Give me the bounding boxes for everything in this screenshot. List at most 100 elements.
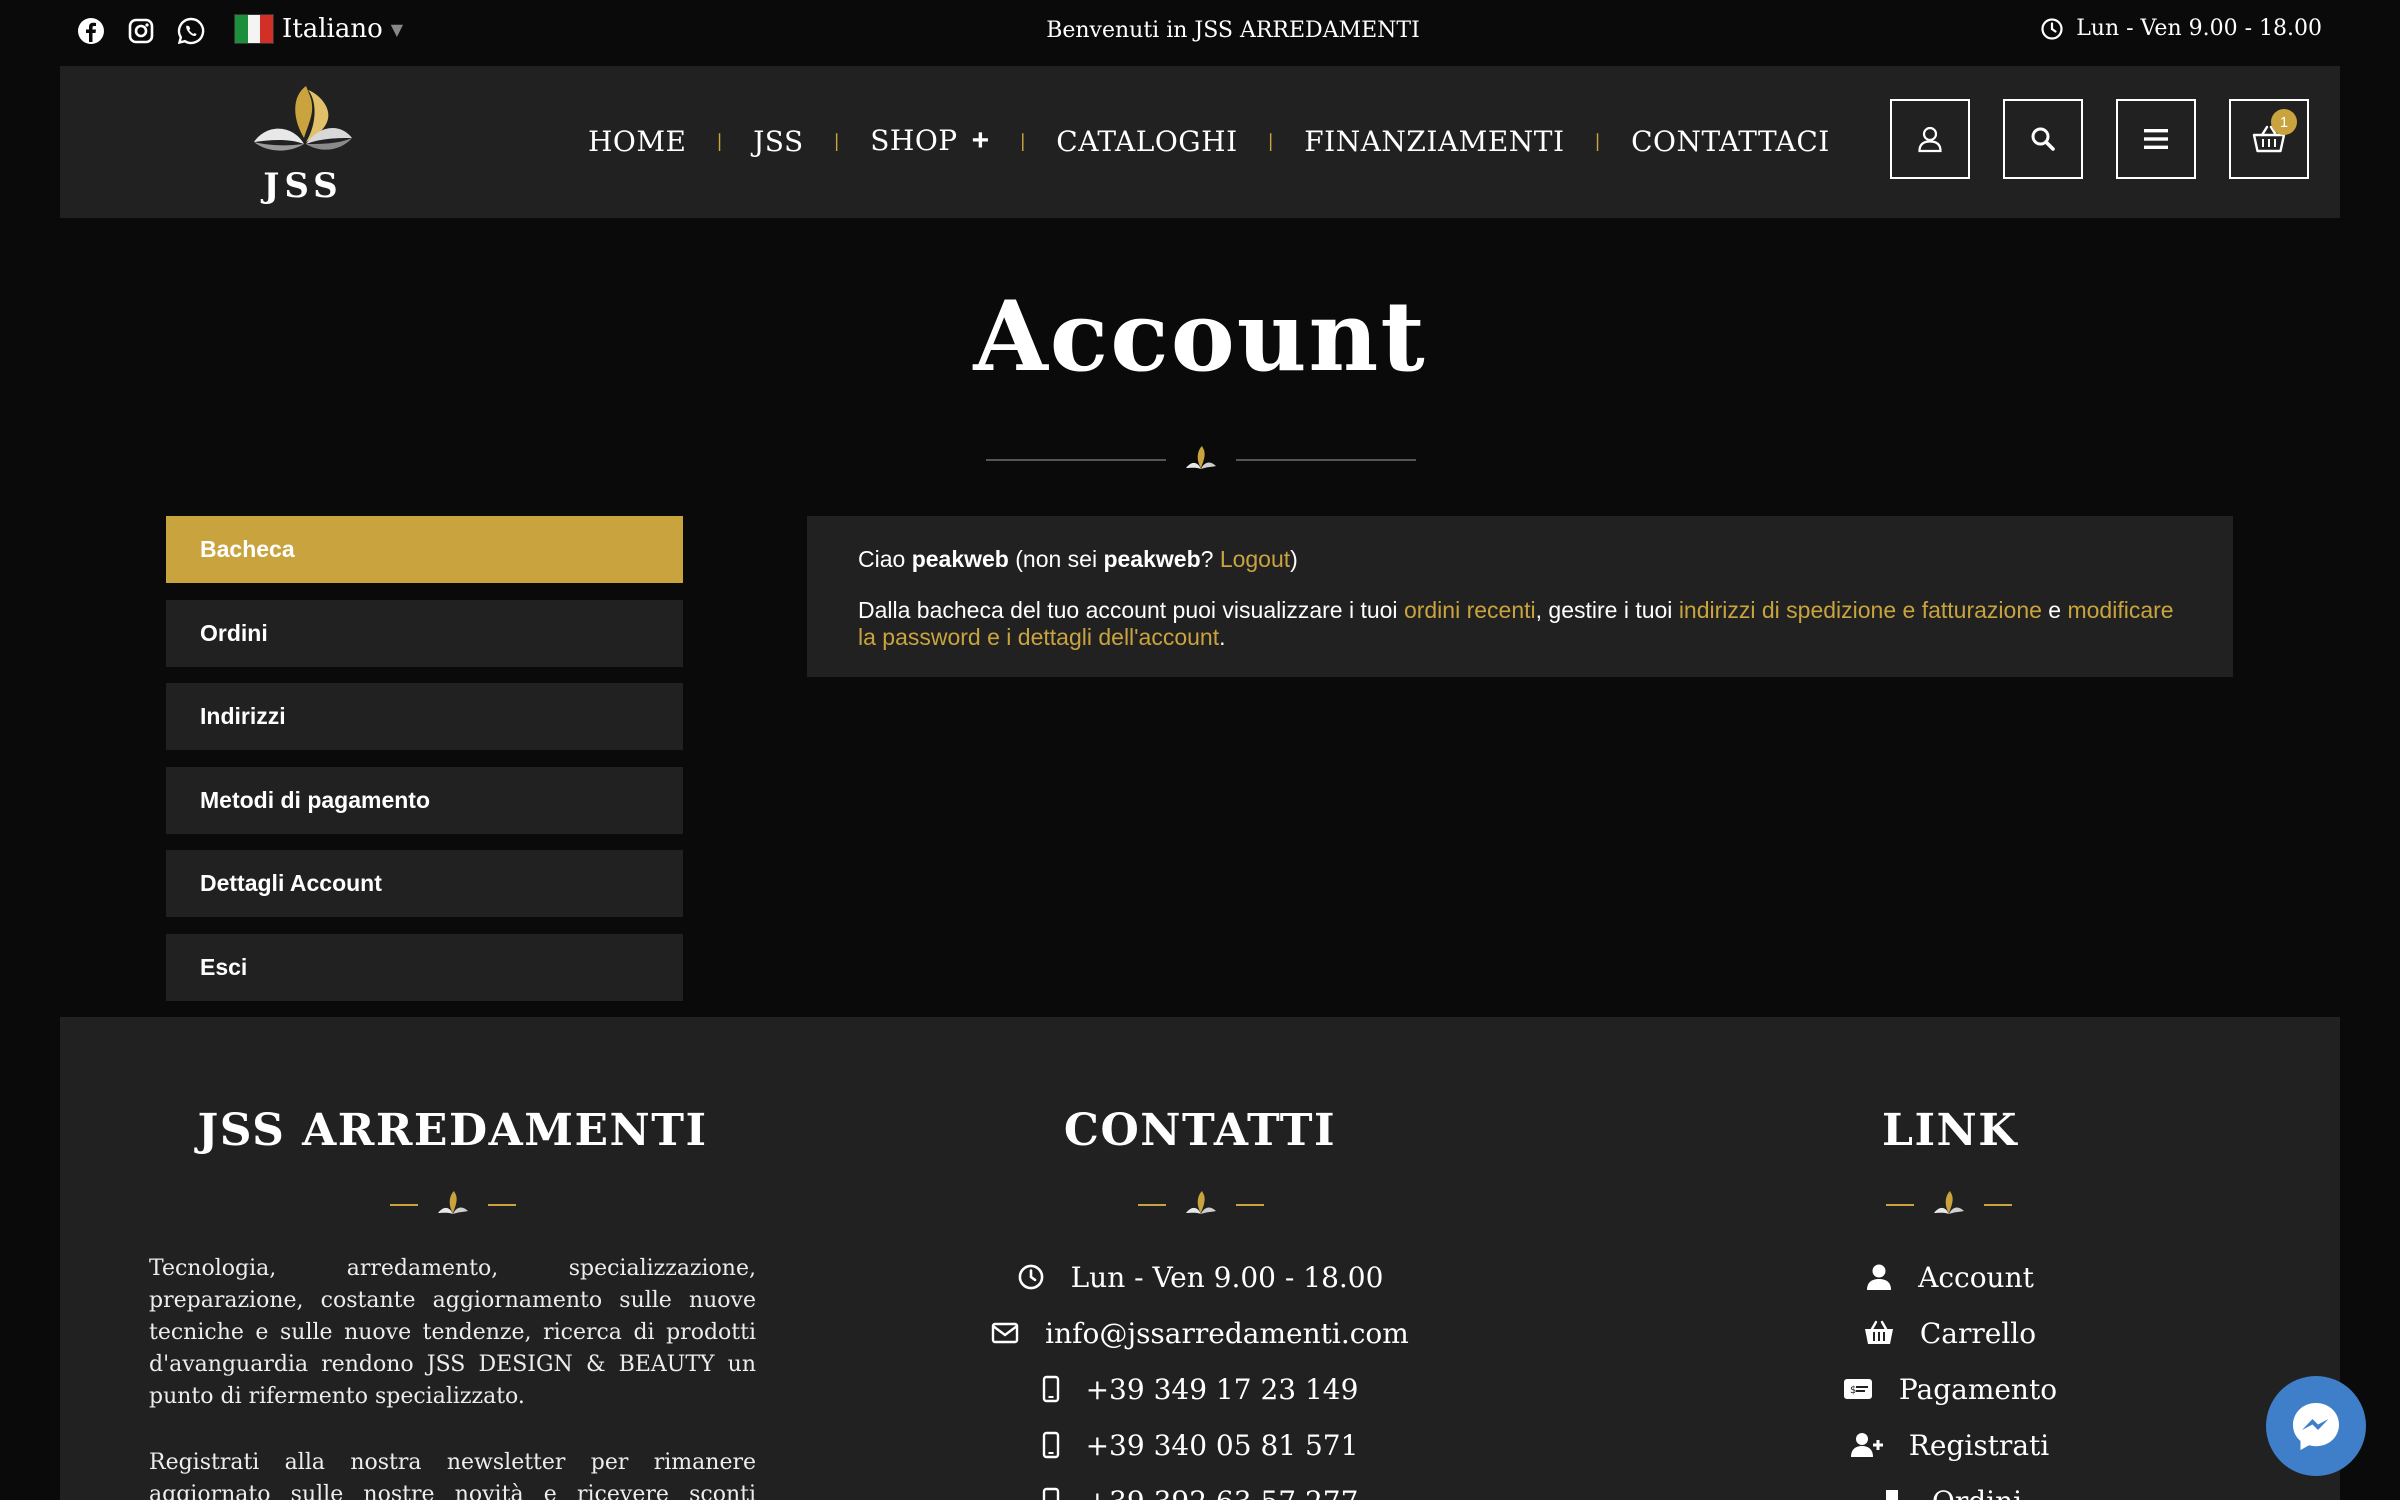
nav-shop-label: SHOP	[870, 124, 958, 157]
username-repeat: peakweb	[1103, 546, 1201, 572]
nav-contattaci[interactable]: CONTATTACI	[1631, 125, 1830, 158]
top-bar: Italiano ▼ Benvenuti in JSS ARREDAMENTI …	[0, 0, 2400, 64]
contact-phone[interactable]: +39 349 17 23 149	[810, 1361, 1590, 1417]
contact-hours-text: Lun - Ven 9.00 - 18.00	[1070, 1260, 1384, 1294]
page-title: Account	[973, 280, 1427, 393]
nav-shop[interactable]: SHOP +	[870, 124, 989, 158]
sidebar-item-indirizzi[interactable]: Indirizzi	[166, 683, 683, 750]
divider-line	[1236, 459, 1416, 461]
not-you-prefix: (non sei	[1008, 546, 1104, 572]
closing-paren: )	[1290, 546, 1298, 572]
hours-text: Lun - Ven 9.00 - 18.00	[2076, 16, 2322, 41]
nav-separator: |	[1267, 130, 1275, 152]
footer-link-list: Account Carrello $ Pagamento Registrati …	[1560, 1249, 2340, 1500]
user-icon	[1867, 1264, 1892, 1290]
nav-separator: |	[716, 130, 724, 152]
logout-link[interactable]: Logout	[1220, 546, 1290, 572]
contact-phone-text[interactable]: +39 349 17 23 149	[1086, 1373, 1359, 1406]
envelope-icon	[991, 1322, 1019, 1344]
boxes-icon	[1885, 1490, 1898, 1500]
menu-button[interactable]	[2116, 99, 2196, 179]
sidebar-item-metodi-pagamento[interactable]: Metodi di pagamento	[166, 766, 683, 834]
contact-phone-text[interactable]: +39 392 63 57 277	[1086, 1485, 1359, 1500]
divider-line	[488, 1204, 516, 1206]
footer-link-label: Ordini	[1932, 1485, 2022, 1500]
footer-link-account[interactable]: Account	[1560, 1249, 2340, 1305]
main-header: JSS HOME | JSS | SHOP + | CATALOGHI | FIN…	[60, 66, 2340, 218]
opening-hours: Lun - Ven 9.00 - 18.00	[2040, 16, 2322, 41]
footer: JSS ARREDAMENTI Tecnologia, arredamento,…	[60, 1017, 2340, 1500]
divider-line	[1236, 1204, 1264, 1206]
footer-about-title: JSS ARREDAMENTI	[197, 1105, 708, 1156]
greeting: Ciao peakweb (non sei peakweb? Logout)	[858, 546, 2182, 573]
sidebar-item-dettagli-account[interactable]: Dettagli Account	[166, 850, 683, 917]
hamburger-icon	[2144, 129, 2168, 149]
sidebar-item-bacheca[interactable]: Bacheca	[166, 516, 683, 583]
not-you-suffix: ?	[1200, 546, 1220, 572]
account-button[interactable]	[1890, 99, 1970, 179]
footer-link-payment[interactable]: $ Pagamento	[1560, 1361, 2340, 1417]
contact-email-text[interactable]: info@jssarredamenti.com	[1045, 1317, 1409, 1350]
divider-line	[1984, 1204, 2012, 1206]
footer-about-divider	[390, 1189, 516, 1221]
contact-list: Lun - Ven 9.00 - 18.00 info@jssarredamen…	[810, 1249, 1590, 1500]
footer-link-orders[interactable]: Ordini	[1560, 1473, 2340, 1500]
dashboard-panel: Ciao peakweb (non sei peakweb? Logout) D…	[807, 516, 2233, 677]
contact-phone-text[interactable]: +39 340 05 81 571	[1086, 1429, 1359, 1462]
addresses-link[interactable]: indirizzi di spedizione e fatturazione	[1679, 597, 2042, 623]
sidebar-item-ordini[interactable]: Ordini	[166, 599, 683, 667]
greeting-prefix: Ciao	[858, 546, 912, 572]
footer-about-paragraph: Tecnologia, arredamento, specializzazion…	[149, 1256, 756, 1409]
contact-phone[interactable]: +39 392 63 57 277	[810, 1473, 1590, 1500]
user-plus-icon	[1850, 1433, 1883, 1457]
footer-contacts-title: CONTATTI	[1063, 1105, 1337, 1156]
nav-jss[interactable]: JSS	[753, 125, 804, 158]
footer-newsletter-paragraph: Registrati alla nostra newsletter per ri…	[149, 1450, 756, 1500]
footer-contacts: CONTATTI	[810, 1105, 1590, 1156]
user-icon	[1918, 126, 1942, 153]
sidebar-item-esci[interactable]: Esci	[166, 933, 683, 1001]
footer-link-cart[interactable]: Carrello	[1560, 1305, 2340, 1361]
divider-line	[986, 459, 1166, 461]
footer-links: LINK	[1560, 1105, 2340, 1156]
desc-end: .	[1219, 624, 1226, 650]
nav-cataloghi[interactable]: CATALOGHI	[1056, 125, 1237, 158]
dashboard-description: Dalla bacheca del tuo account puoi visua…	[858, 597, 2182, 651]
footer-links-divider	[1886, 1189, 2012, 1221]
contact-email[interactable]: info@jssarredamenti.com	[810, 1305, 1590, 1361]
mobile-phone-icon	[1042, 1487, 1059, 1500]
main-nav: HOME | JSS | SHOP + | CATALOGHI | FINANZI…	[588, 124, 1830, 158]
footer-link-label: Registrati	[1908, 1428, 2050, 1462]
logo[interactable]: JSS	[248, 82, 358, 206]
footer-link-label: Carrello	[1919, 1316, 2037, 1350]
svg-text:$: $	[1850, 1385, 1856, 1396]
title-divider	[986, 444, 1416, 476]
footer-contacts-divider	[1138, 1189, 1264, 1221]
logo-text: JSS	[263, 166, 343, 206]
footer-link-register[interactable]: Registrati	[1560, 1417, 2340, 1473]
account-sidebar: Bacheca Ordini Indirizzi Metodi di pagam…	[166, 516, 683, 1017]
search-icon	[2031, 127, 2055, 151]
footer-about-text: Tecnologia, arredamento, specializzazion…	[149, 1253, 756, 1500]
footer-links-title: LINK	[1882, 1105, 2018, 1156]
recent-orders-link[interactable]: ordini recenti	[1404, 597, 1536, 623]
plus-icon: +	[971, 124, 990, 157]
nav-home[interactable]: HOME	[588, 125, 686, 158]
cart-button[interactable]: 1	[2229, 99, 2309, 179]
footer-link-label: Account	[1918, 1260, 2034, 1294]
nav-separator: |	[1594, 130, 1602, 152]
username: peakweb	[911, 546, 1009, 572]
messenger-chat-button[interactable]	[2266, 1376, 2366, 1476]
divider-line	[1138, 1204, 1166, 1206]
divider-line	[390, 1204, 418, 1206]
ornament-icon	[1186, 446, 1216, 469]
messenger-icon	[2293, 1403, 2339, 1450]
contact-phone[interactable]: +39 340 05 81 571	[810, 1417, 1590, 1473]
clock-icon	[1018, 1264, 1043, 1290]
search-button[interactable]	[2003, 99, 2083, 179]
nav-finanziamenti[interactable]: FINANZIAMENTI	[1304, 125, 1564, 158]
ornament-icon	[1934, 1191, 1964, 1214]
footer-about: JSS ARREDAMENTI	[60, 1105, 845, 1156]
ornament-icon	[1186, 1191, 1216, 1214]
desc-part1: Dalla bacheca del tuo account puoi visua…	[858, 597, 1404, 623]
